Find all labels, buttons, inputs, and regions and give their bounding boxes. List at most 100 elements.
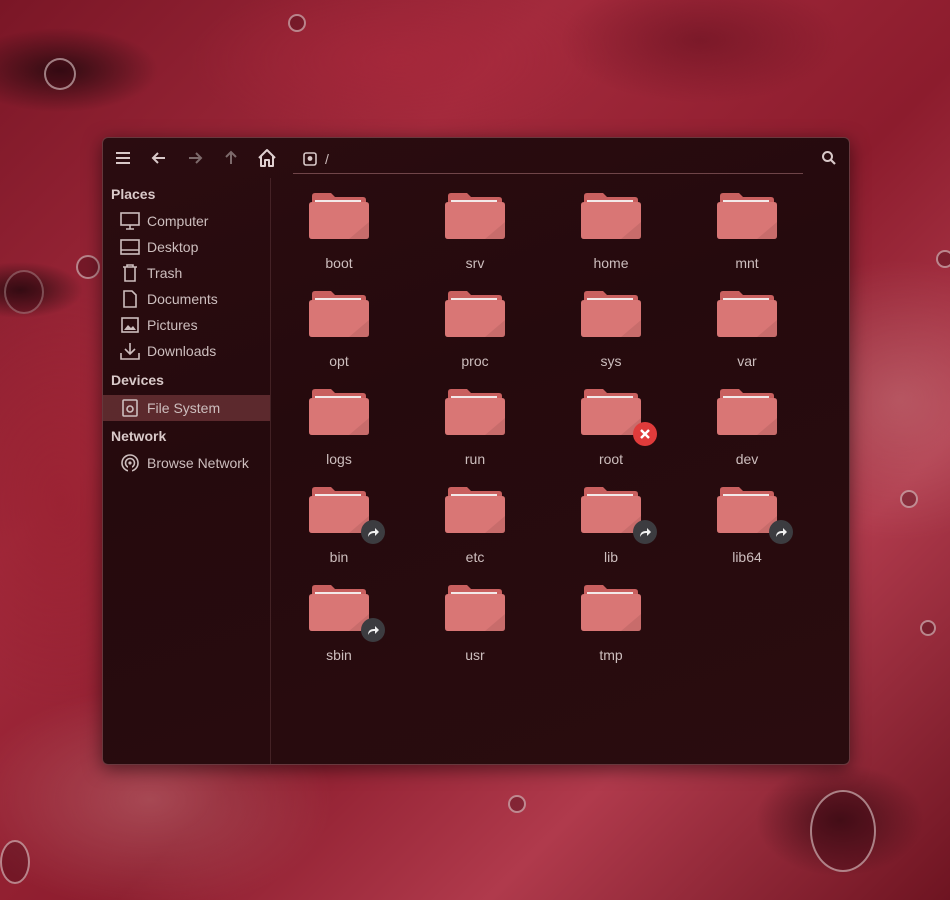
arrow-right-icon[interactable] [183, 146, 207, 170]
folder-item-opt[interactable]: opt [279, 280, 399, 372]
sidebar: Places Computer Desktop Trash Documents … [103, 178, 271, 764]
wallpaper-bubble [44, 58, 76, 90]
folder-icon [445, 389, 505, 435]
folder-item-sbin[interactable]: sbin [279, 574, 399, 666]
desktop-icon [120, 237, 140, 257]
sidebar-item-trash[interactable]: Trash [103, 260, 270, 286]
folder-name: tmp [599, 647, 623, 663]
wallpaper-bubble [900, 490, 918, 508]
sidebar-item-file-system[interactable]: File System [103, 395, 270, 421]
hamburger-menu-icon[interactable] [111, 146, 135, 170]
folder-item-proc[interactable]: proc [415, 280, 535, 372]
sidebar-item-computer[interactable]: Computer [103, 208, 270, 234]
wallpaper-bubble [920, 620, 936, 636]
sidebar-item-downloads[interactable]: Downloads [103, 338, 270, 364]
folder-name: lib [603, 549, 618, 565]
folder-icon [717, 487, 777, 533]
folder-name: dev [735, 451, 759, 467]
folder-item-lib64[interactable]: lib64 [687, 476, 807, 568]
wallpaper-bubble [76, 255, 100, 279]
folder-name: mnt [735, 255, 759, 271]
symlink-arrow-icon [633, 520, 657, 544]
toolbar: / [103, 138, 849, 178]
folder-icon [309, 585, 369, 631]
folder-item-srv[interactable]: srv [415, 182, 535, 274]
drive-icon [120, 398, 140, 418]
folder-name: lib64 [732, 549, 762, 565]
path-bar[interactable]: / [293, 144, 803, 174]
folder-item-etc[interactable]: etc [415, 476, 535, 568]
sidebar-item-desktop[interactable]: Desktop [103, 234, 270, 260]
arrow-up-icon[interactable] [219, 146, 243, 170]
sidebar-item-browse-network[interactable]: Browse Network [103, 450, 270, 476]
folder-item-dev[interactable]: dev [687, 378, 807, 470]
sidebar-item-documents[interactable]: Documents [103, 286, 270, 312]
folder-name: opt [329, 353, 349, 369]
folder-icon [309, 291, 369, 337]
folder-name: etc [465, 549, 485, 565]
sidebar-item-label: Desktop [147, 239, 199, 255]
folder-name: proc [461, 353, 489, 369]
folder-item-usr[interactable]: usr [415, 574, 535, 666]
folder-grid: boot srv home mnt opt proc sys var logs run root de… [271, 178, 849, 764]
home-icon[interactable] [255, 146, 279, 170]
folder-item-var[interactable]: var [687, 280, 807, 372]
folder-item-sys[interactable]: sys [551, 280, 671, 372]
arrow-left-icon[interactable] [147, 146, 171, 170]
folder-name: root [598, 451, 624, 467]
sidebar-section-network: Network [111, 428, 167, 444]
symlink-arrow-icon [361, 618, 385, 642]
drive-icon [303, 151, 317, 166]
sidebar-item-label: Computer [147, 213, 209, 229]
sidebar-item-label: File System [147, 400, 221, 416]
folder-item-root[interactable]: root [551, 378, 671, 470]
trash-icon [120, 263, 140, 283]
folder-item-run[interactable]: run [415, 378, 535, 470]
wallpaper-bubble [508, 795, 526, 813]
network-icon [120, 453, 140, 473]
folder-name: logs [326, 451, 352, 467]
symlink-arrow-icon [361, 520, 385, 544]
path-text: / [325, 150, 329, 167]
folder-icon [581, 193, 641, 239]
folder-icon [581, 389, 641, 435]
folder-item-logs[interactable]: logs [279, 378, 399, 470]
folder-item-bin[interactable]: bin [279, 476, 399, 568]
download-icon [120, 341, 140, 361]
folder-icon [717, 193, 777, 239]
folder-item-lib[interactable]: lib [551, 476, 671, 568]
folder-item-home[interactable]: home [551, 182, 671, 274]
folder-name: boot [325, 255, 353, 271]
document-icon [120, 289, 140, 309]
folder-name: run [464, 451, 486, 467]
picture-icon [120, 315, 140, 335]
folder-icon [581, 585, 641, 631]
folder-icon [445, 487, 505, 533]
sidebar-item-label: Documents [147, 291, 218, 307]
wallpaper-bubble [0, 840, 30, 884]
sidebar-item-label: Trash [147, 265, 183, 281]
folder-icon [717, 389, 777, 435]
sidebar-item-pictures[interactable]: Pictures [103, 312, 270, 338]
search-icon[interactable] [817, 146, 841, 170]
folder-icon [581, 291, 641, 337]
folder-icon [309, 487, 369, 533]
wallpaper-bubble [4, 270, 44, 314]
folder-icon [309, 193, 369, 239]
file-manager-window: / Places Computer Desktop Trash Document… [102, 137, 850, 765]
folder-icon [581, 487, 641, 533]
folder-name: sys [600, 353, 622, 369]
wallpaper-bubble [810, 790, 876, 872]
sidebar-item-label: Downloads [147, 343, 217, 359]
folder-name: srv [465, 255, 485, 271]
folder-name: bin [329, 549, 349, 565]
folder-item-boot[interactable]: boot [279, 182, 399, 274]
folder-name: usr [465, 647, 485, 663]
folder-name: home [593, 255, 629, 271]
folder-item-tmp[interactable]: tmp [551, 574, 671, 666]
sidebar-section-devices: Devices [111, 372, 164, 388]
folder-icon [309, 389, 369, 435]
no-access-x-icon [633, 422, 657, 446]
folder-icon [445, 585, 505, 631]
folder-item-mnt[interactable]: mnt [687, 182, 807, 274]
